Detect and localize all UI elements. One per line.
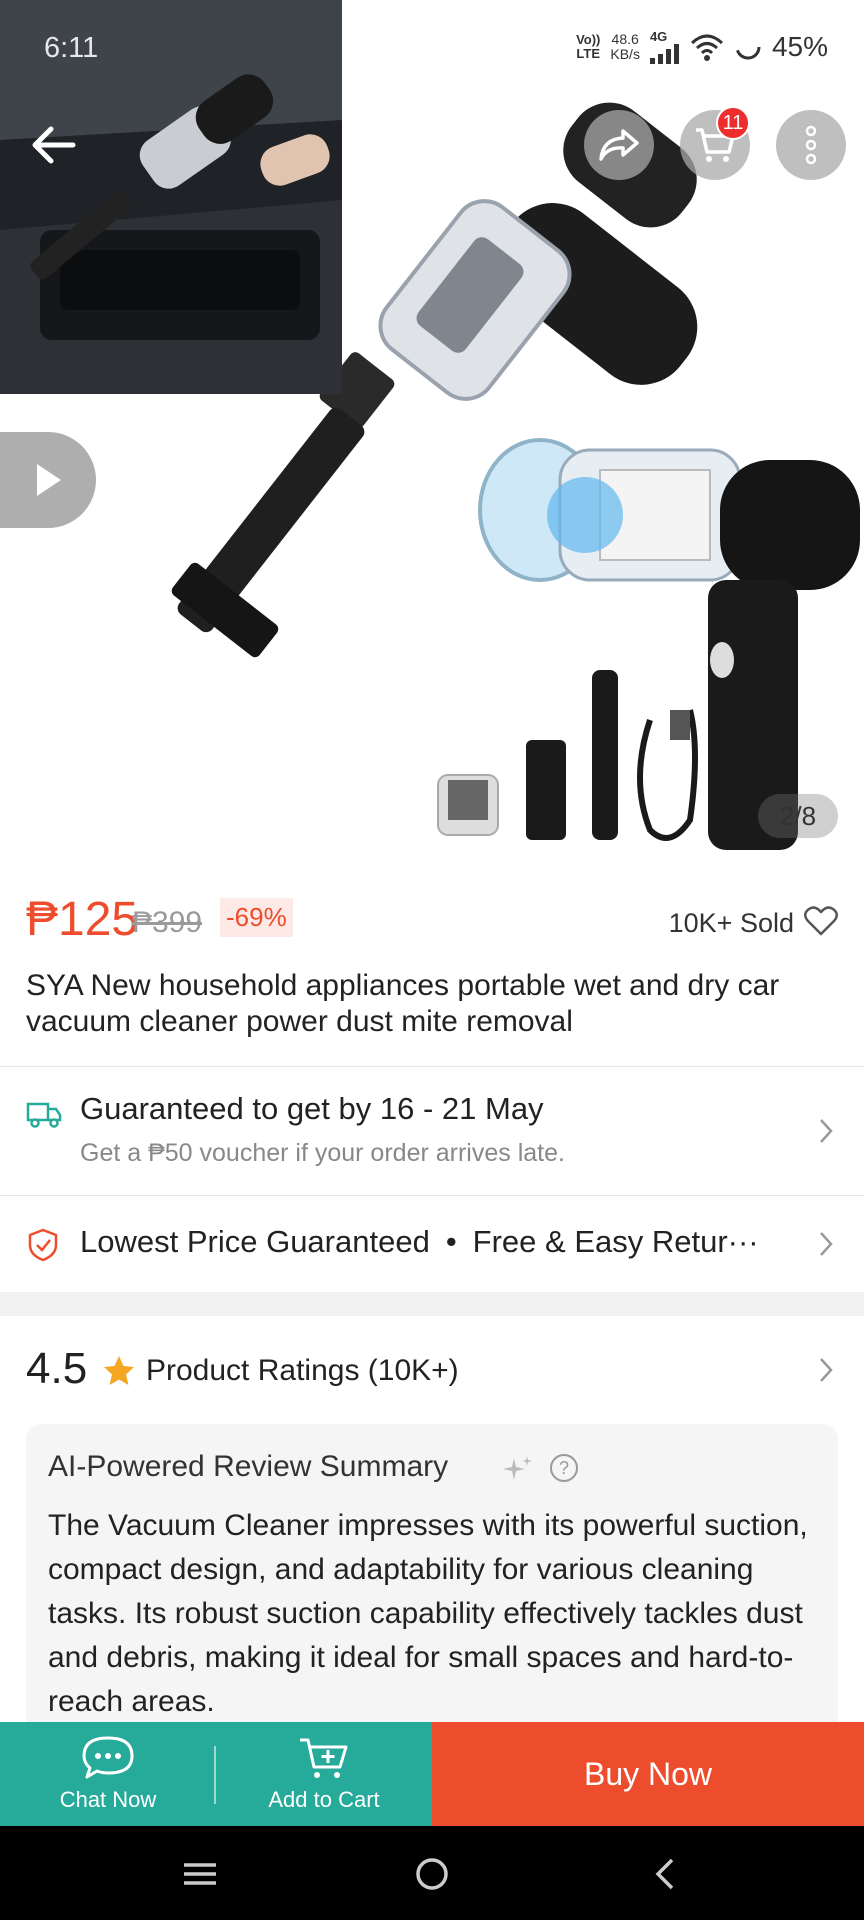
guarantees-text: Lowest Price Guaranteed • Free & Easy Retu…	[80, 1224, 800, 1260]
shield-check-icon	[28, 1228, 58, 1262]
help-icon[interactable]: ?	[550, 1454, 578, 1482]
system-navigation-bar	[0, 1826, 864, 1920]
back-button[interactable]	[18, 110, 88, 180]
buy-now-button[interactable]: Buy Now	[432, 1722, 864, 1826]
wifi-icon	[690, 34, 723, 61]
guarantees-row[interactable]: Lowest Price Guaranteed • Free & Easy Retu…	[0, 1196, 864, 1292]
status-indicators: Vo)) LTE 48.6 KB/s 4G 45%	[576, 30, 828, 64]
home-icon[interactable]	[412, 1854, 452, 1894]
volte-label: Vo))	[576, 32, 601, 47]
product-ratings-row[interactable]: 4.5 Product Ratings (10K+)	[0, 1316, 864, 1426]
speed-unit: KB/s	[610, 46, 640, 62]
add-cart-icon	[300, 1738, 348, 1778]
truck-icon	[26, 1102, 62, 1128]
chat-now-button[interactable]: Chat Now	[0, 1722, 216, 1826]
battery-percent: 45%	[771, 31, 828, 62]
original-price: ₱399	[132, 906, 203, 939]
back-nav-icon[interactable]	[646, 1854, 686, 1894]
more-options-button[interactable]	[776, 110, 846, 180]
cart-button[interactable]: 11	[680, 106, 750, 180]
late-voucher-note: Get a ₱50 voucher if your order arrives …	[80, 1139, 565, 1167]
image-counter: 2/8	[758, 794, 838, 838]
separator-dot: •	[445, 1224, 457, 1259]
secondary-actions: Chat Now Add to Cart	[0, 1722, 432, 1826]
ai-summary-title: AI-Powered Review Summary	[48, 1450, 449, 1483]
signal-icon: 4G	[649, 29, 680, 64]
price-row: ₱125 ₱399 -69% 10K+ Sold	[26, 890, 838, 950]
chat-now-label: Chat Now	[59, 1787, 157, 1812]
shipping-guarantee-row[interactable]: Guaranteed to get by 16 - 21 May Get a ₱…	[0, 1067, 864, 1195]
back-arrow-icon	[32, 126, 76, 164]
rating-score: 4.5	[26, 1344, 88, 1393]
chevron-right-icon	[820, 1358, 833, 1382]
battery-icon	[735, 34, 761, 60]
share-icon	[599, 129, 639, 161]
speed-value: 48.6	[611, 31, 639, 47]
ai-review-summary-card: AI-Powered Review Summary ? The Vacuum C…	[26, 1424, 838, 1744]
star-icon	[104, 1356, 134, 1385]
delivery-date: Guaranteed to get by 16 - 21 May	[80, 1091, 544, 1126]
section-gap	[0, 1292, 864, 1316]
signal-type: 4G	[649, 29, 668, 44]
add-to-cart-label: Add to Cart	[268, 1787, 380, 1812]
heart-icon[interactable]	[804, 906, 838, 936]
network-speed: 48.6 KB/s	[610, 32, 640, 62]
play-icon	[37, 464, 61, 496]
more-vertical-icon	[805, 125, 817, 165]
chevron-right-icon	[820, 1119, 833, 1143]
chat-icon	[82, 1736, 134, 1779]
bottom-action-bar: Chat Now Add to Cart Buy Now	[0, 1722, 864, 1826]
status-bar: 6:11 Vo)) LTE 48.6 KB/s 4G 45%	[0, 0, 864, 100]
status-time: 6:11	[44, 32, 99, 64]
recent-apps-icon[interactable]	[180, 1854, 220, 1894]
lte-label: LTE	[576, 46, 601, 61]
sparkle-icon	[503, 1456, 532, 1480]
free-returns-label: Free & Easy Retur···	[472, 1224, 759, 1259]
product-image-gallery[interactable]: 6:11 Vo)) LTE 48.6 KB/s 4G 45% 11 2/8	[0, 0, 864, 858]
product-title: SYA New household appliances portable we…	[26, 969, 780, 1038]
discount-badge: -69%	[220, 898, 293, 937]
lowest-price-label: Lowest Price Guaranteed	[80, 1224, 430, 1259]
share-button[interactable]	[584, 110, 654, 180]
sold-count: 10K+ Sold	[668, 908, 794, 938]
ratings-label: Product Ratings (10K+)	[146, 1354, 459, 1387]
add-to-cart-button[interactable]: Add to Cart	[216, 1722, 432, 1826]
cart-count-badge: 11	[716, 106, 750, 140]
volte-badge: Vo)) LTE	[576, 33, 600, 61]
chevron-right-icon	[820, 1232, 833, 1256]
play-video-button[interactable]	[0, 432, 96, 528]
current-price: ₱125	[26, 893, 139, 946]
ai-summary-text: The Vacuum Cleaner impresses with its po…	[48, 1509, 808, 1718]
button-separator	[214, 1746, 216, 1804]
